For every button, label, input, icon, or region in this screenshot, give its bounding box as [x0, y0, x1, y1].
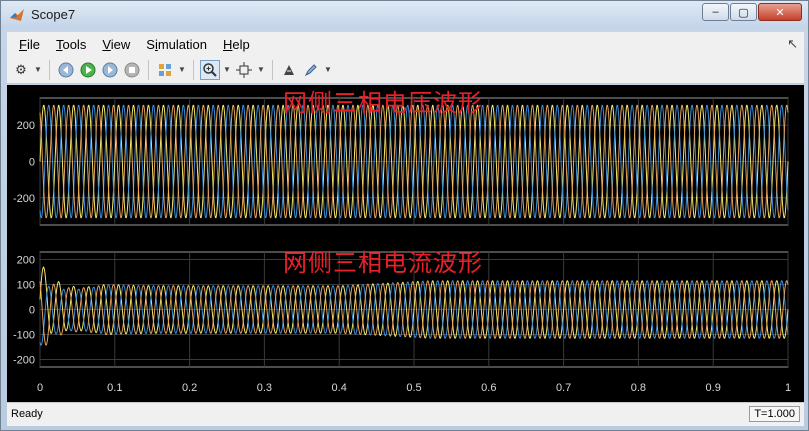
chevron-down-icon[interactable]: ▼ [33, 60, 43, 80]
y-tick-label: -200 [13, 193, 35, 205]
cursor-measure-icon[interactable] [279, 60, 299, 80]
run-icon[interactable] [78, 60, 98, 80]
layout-icon[interactable] [155, 60, 175, 80]
maximize-button[interactable]: ▢ [730, 3, 757, 21]
y-tick-label: 100 [17, 280, 35, 292]
x-tick-label: 0.6 [481, 382, 496, 394]
status-ready: Ready [11, 408, 43, 420]
y-tick-label: 0 [29, 305, 35, 317]
toolbar-separator [148, 59, 149, 80]
y-tick-label: -100 [13, 330, 35, 342]
x-tick-label: 0.7 [556, 382, 571, 394]
menu-bar: File Tools View Simulation Help ↖ [7, 32, 804, 56]
y-tick-label: 200 [17, 255, 35, 267]
status-bar: Ready T=1.000 [7, 402, 804, 426]
step-back-icon[interactable] [56, 60, 76, 80]
toolbar: ⚙ ▼ ▼ ▼ ▼ ▼ [7, 56, 804, 84]
pin-icon[interactable]: ↖ [787, 36, 798, 52]
y-tick-label: -200 [13, 355, 35, 367]
x-tick-label: 0.4 [332, 382, 347, 394]
x-tick-label: 0.3 [257, 382, 272, 394]
fit-to-view-icon[interactable] [234, 60, 254, 80]
chevron-down-icon[interactable]: ▼ [323, 60, 333, 80]
menu-file[interactable]: File [11, 37, 48, 52]
x-tick-label: 0.8 [631, 382, 646, 394]
step-forward-icon[interactable] [100, 60, 120, 80]
plot-title-current: 网侧三相电流波形 [283, 249, 483, 277]
zoom-in-icon[interactable] [200, 59, 220, 80]
chevron-down-icon[interactable]: ▼ [256, 60, 266, 80]
y-tick-label: 0 [29, 157, 35, 169]
gear-icon[interactable]: ⚙ [11, 60, 31, 80]
window-title: Scope7 [31, 7, 76, 22]
highlight-icon[interactable] [301, 60, 321, 80]
chevron-down-icon[interactable]: ▼ [177, 60, 187, 80]
scope-display: 200 0 -200 200 100 0 -100 -200 0 0.1 0.2 0.3 0.4 0.5 0… [7, 85, 804, 402]
menu-view[interactable]: View [94, 37, 138, 52]
menu-tools[interactable]: Tools [48, 37, 94, 52]
plot-title-voltage: 网侧三相电压波形 [283, 89, 483, 117]
x-tick-label: 0.5 [406, 382, 421, 394]
chevron-down-icon[interactable]: ▼ [222, 60, 232, 80]
status-time: T=1.000 [749, 406, 800, 422]
toolbar-separator [272, 59, 273, 80]
toolbar-separator [193, 59, 194, 80]
close-button[interactable]: ✕ [758, 3, 802, 21]
menu-help[interactable]: Help [215, 37, 258, 52]
menu-simulation[interactable]: Simulation [138, 37, 215, 52]
x-tick-label: 1 [785, 382, 791, 394]
y-tick-label: 200 [17, 120, 35, 132]
x-tick-label: 0.2 [182, 382, 197, 394]
stop-icon[interactable] [122, 60, 142, 80]
x-tick-label: 0.1 [107, 382, 122, 394]
scope-window: Scope7 ‒ ▢ ✕ File Tools View Simulation Help… [0, 0, 809, 431]
x-tick-label: 0.9 [706, 382, 721, 394]
matlab-logo-icon [10, 9, 24, 21]
x-tick-label: 0 [37, 382, 43, 394]
title-bar[interactable]: Scope7 ‒ ▢ ✕ [1, 1, 808, 29]
toolbar-separator [49, 59, 50, 80]
minimize-button[interactable]: ‒ [702, 3, 729, 21]
